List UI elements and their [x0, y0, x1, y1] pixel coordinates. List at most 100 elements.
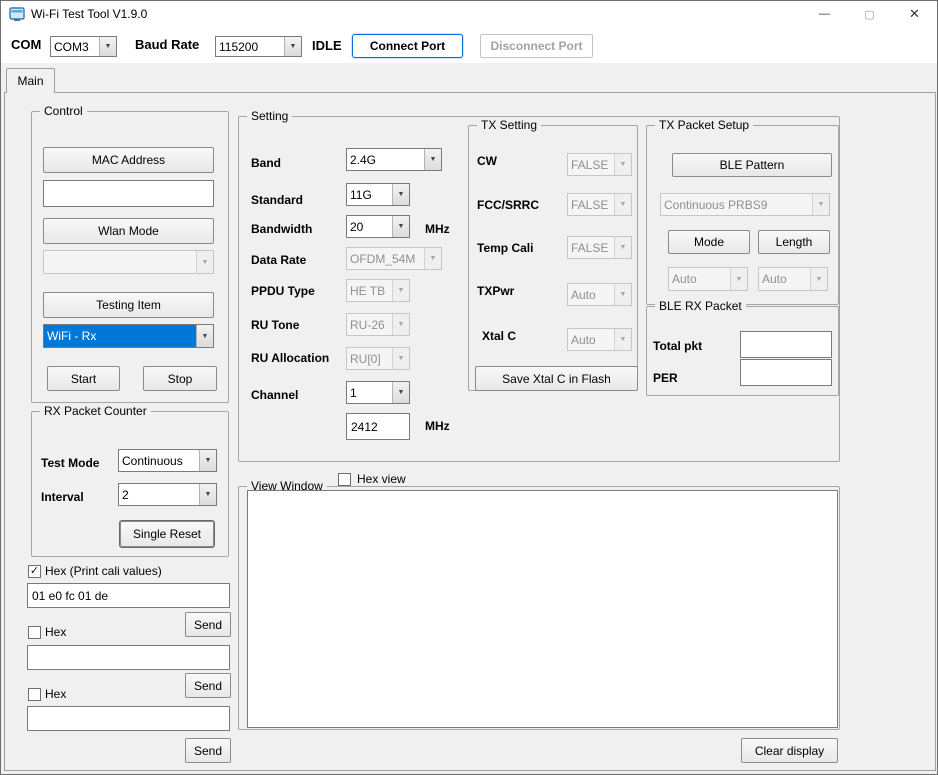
- com-port-select[interactable]: COM3 ▼: [50, 36, 117, 57]
- hex-checkbox-2[interactable]: [28, 626, 41, 639]
- send-button-2[interactable]: Send: [185, 673, 231, 698]
- bandwidth-label: Bandwidth: [251, 222, 312, 236]
- cw-label: CW: [477, 154, 497, 168]
- command-input-2[interactable]: [27, 645, 230, 670]
- fcc-srrc-label: FCC/SRRC: [477, 198, 539, 212]
- total-pkt-field[interactable]: [740, 331, 832, 358]
- disconnect-port-button: Disconnect Port: [480, 34, 593, 58]
- fcc-srrc-select: FALSE ▼: [567, 193, 632, 216]
- tx-setting-title: TX Setting: [477, 118, 541, 132]
- ble-pattern-button[interactable]: BLE Pattern: [672, 153, 832, 177]
- hex-checkbox-3[interactable]: [28, 688, 41, 701]
- connect-port-button[interactable]: Connect Port: [352, 34, 463, 58]
- wifi-test-tool-window: Wi-Fi Test Tool V1.9.0 — ▢ ✕ COM COM3 ▼ …: [0, 0, 938, 775]
- length-value: Auto: [759, 268, 810, 290]
- bandwidth-select[interactable]: 20 ▼: [346, 215, 410, 238]
- single-reset-button[interactable]: Single Reset: [120, 521, 214, 547]
- xtal-c-select: Auto ▼: [567, 328, 632, 351]
- mac-address-input[interactable]: [43, 180, 214, 207]
- tx-packet-setup-title: TX Packet Setup: [655, 118, 753, 132]
- ppdu-type-select: HE TB ▼: [346, 279, 410, 302]
- maximize-button[interactable]: ▢: [847, 1, 892, 27]
- frequency-unit-label: MHz: [425, 419, 450, 433]
- cw-select: FALSE ▼: [567, 153, 632, 176]
- control-group-title: Control: [40, 104, 87, 118]
- setting-group-title: Setting: [247, 109, 292, 123]
- test-mode-select[interactable]: Continuous ▼: [118, 449, 217, 472]
- bandwidth-unit-label: MHz: [425, 222, 450, 236]
- hex-cali-checkbox[interactable]: ✓: [28, 565, 41, 578]
- ru-allocation-select: RU[0] ▼: [346, 347, 410, 370]
- standard-label: Standard: [251, 193, 303, 207]
- xtal-c-label: Xtal C: [482, 329, 516, 343]
- bandwidth-value: 20: [347, 216, 392, 237]
- send-button-1[interactable]: Send: [185, 612, 231, 637]
- frequency-input[interactable]: 2412: [346, 413, 410, 440]
- ppdu-type-label: PPDU Type: [251, 284, 315, 298]
- data-rate-value: OFDM_54M: [347, 248, 424, 269]
- command-input-3[interactable]: [27, 706, 230, 731]
- chevron-down-icon: ▼: [614, 237, 631, 258]
- chevron-down-icon: ▼: [810, 268, 827, 290]
- band-label: Band: [251, 156, 281, 170]
- tab-main[interactable]: Main: [6, 68, 55, 93]
- ru-tone-label: RU Tone: [251, 318, 299, 332]
- app-icon: [9, 6, 25, 22]
- chevron-down-icon: ▼: [614, 154, 631, 175]
- chevron-down-icon: ▼: [392, 280, 409, 301]
- temp-cali-label: Temp Cali: [477, 241, 533, 255]
- chevron-down-icon: ▼: [392, 348, 409, 369]
- baud-rate-select[interactable]: 115200 ▼: [215, 36, 302, 57]
- command-input-1[interactable]: 01 e0 fc 01 de: [27, 583, 230, 608]
- standard-value: 11G: [347, 184, 392, 205]
- ru-tone-value: RU-26: [347, 314, 392, 335]
- chevron-down-icon: ▼: [392, 314, 409, 335]
- clear-display-button[interactable]: Clear display: [741, 738, 838, 763]
- length-button[interactable]: Length: [758, 230, 830, 254]
- start-button[interactable]: Start: [47, 366, 120, 391]
- ble-rx-packet-title: BLE RX Packet: [655, 299, 746, 313]
- band-select[interactable]: 2.4G ▼: [346, 148, 442, 171]
- wlan-mode-button[interactable]: Wlan Mode: [43, 218, 214, 244]
- mode-value: Auto: [669, 268, 730, 290]
- chevron-down-icon: ▼: [614, 284, 631, 305]
- temp-cali-select: FALSE ▼: [567, 236, 632, 259]
- txpwr-value: Auto: [568, 284, 614, 305]
- hex-checkbox-2-label: Hex: [45, 625, 66, 639]
- interval-label: Interval: [41, 490, 84, 504]
- test-mode-label: Test Mode: [41, 456, 99, 470]
- cw-value: FALSE: [568, 154, 614, 175]
- chevron-down-icon: ▼: [196, 251, 213, 273]
- ru-allocation-label: RU Allocation: [251, 351, 329, 365]
- send-button-3[interactable]: Send: [185, 738, 231, 763]
- mac-address-button[interactable]: MAC Address: [43, 147, 214, 173]
- close-button[interactable]: ✕: [892, 1, 937, 27]
- chevron-down-icon: ▼: [614, 329, 631, 350]
- chevron-down-icon: ▼: [284, 37, 301, 56]
- stop-button[interactable]: Stop: [143, 366, 217, 391]
- standard-select[interactable]: 11G ▼: [346, 183, 410, 206]
- interval-select[interactable]: 2 ▼: [118, 483, 217, 506]
- per-field[interactable]: [740, 359, 832, 386]
- hex-view-checkbox[interactable]: [338, 473, 351, 486]
- testing-item-value: WiFi - Rx: [44, 325, 196, 347]
- save-xtal-c-button[interactable]: Save Xtal C in Flash: [475, 366, 638, 391]
- channel-label: Channel: [251, 388, 298, 402]
- chevron-down-icon: ▼: [199, 484, 216, 505]
- chevron-down-icon: ▼: [424, 248, 441, 269]
- channel-select[interactable]: 1 ▼: [346, 381, 410, 404]
- baud-rate-value: 115200: [216, 37, 284, 56]
- chevron-down-icon: ▼: [392, 382, 409, 403]
- testing-item-select[interactable]: WiFi - Rx ▼: [43, 324, 214, 348]
- chevron-down-icon: ▼: [392, 216, 409, 237]
- testing-item-button[interactable]: Testing Item: [43, 292, 214, 318]
- hex-view-checkbox-label: Hex view: [354, 472, 409, 486]
- ru-tone-select: RU-26 ▼: [346, 313, 410, 336]
- rx-packet-counter-title: RX Packet Counter: [40, 404, 151, 418]
- ppdu-type-value: HE TB: [347, 280, 392, 301]
- minimize-button[interactable]: —: [802, 1, 847, 27]
- mode-select: Auto ▼: [668, 267, 748, 291]
- wlan-mode-select: ▼: [43, 250, 214, 274]
- view-window-output[interactable]: [247, 490, 838, 728]
- mode-button[interactable]: Mode: [668, 230, 750, 254]
